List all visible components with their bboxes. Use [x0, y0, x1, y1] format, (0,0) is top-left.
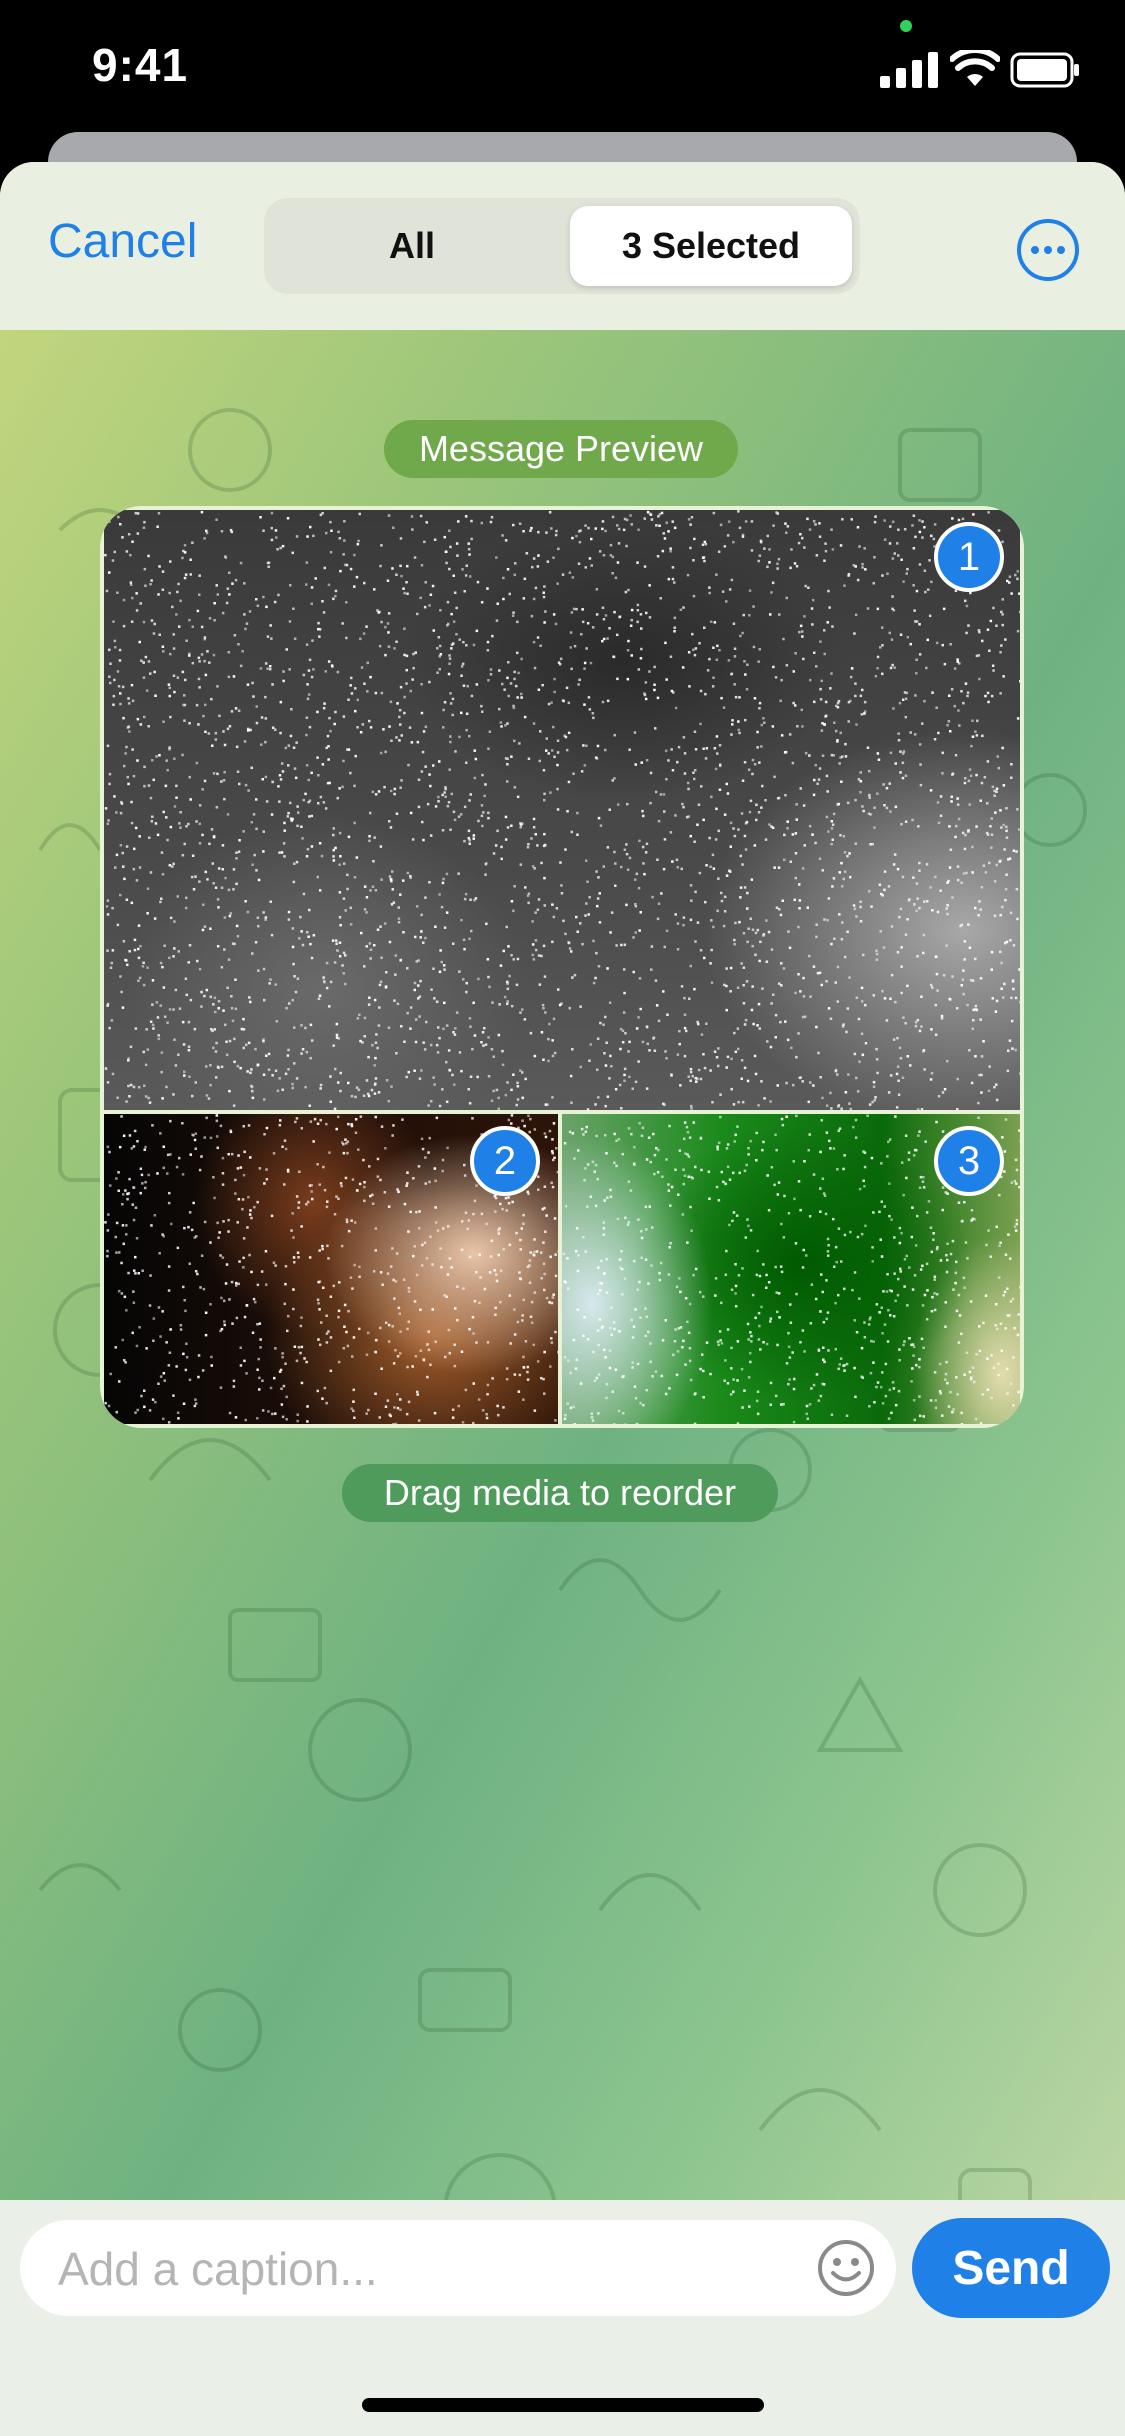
segment-selected[interactable]: 3 Selected: [570, 206, 852, 286]
caption-input[interactable]: Add a caption...: [20, 2220, 896, 2316]
cellular-signal-icon: [880, 52, 938, 88]
ellipsis-circle-icon[interactable]: [1016, 218, 1080, 282]
wifi-icon: [950, 50, 1000, 86]
caption-placeholder: Add a caption...: [58, 2243, 378, 2295]
selection-badge[interactable]: 2: [470, 1126, 540, 1196]
sheet-header: Cancel All 3 Selected: [0, 162, 1125, 330]
media-item-1[interactable]: [104, 510, 1020, 1110]
selection-segmented-control: All 3 Selected: [264, 198, 860, 294]
send-button[interactable]: Send: [912, 2218, 1110, 2318]
smiley-icon[interactable]: [816, 2238, 876, 2298]
battery-icon: [1010, 52, 1079, 88]
selection-badge[interactable]: 1: [934, 522, 1004, 592]
cancel-button[interactable]: Cancel: [48, 214, 197, 269]
media-preview-grid: 1 2 3: [100, 506, 1024, 1428]
selection-badge[interactable]: 3: [934, 1126, 1004, 1196]
camera-indicator-icon: [900, 20, 912, 32]
message-preview-label: Message Preview: [384, 420, 738, 478]
reorder-hint-label: Drag media to reorder: [342, 1464, 778, 1522]
spoiler-particles: [104, 510, 1020, 1110]
home-indicator: [362, 2398, 764, 2412]
status-bar: 9:41: [0, 0, 1125, 150]
segment-all[interactable]: All: [264, 198, 560, 294]
media-picker-sheet: Cancel All 3 Selected Message Preview 1 …: [0, 162, 1125, 2436]
status-time: 9:41: [92, 39, 189, 91]
